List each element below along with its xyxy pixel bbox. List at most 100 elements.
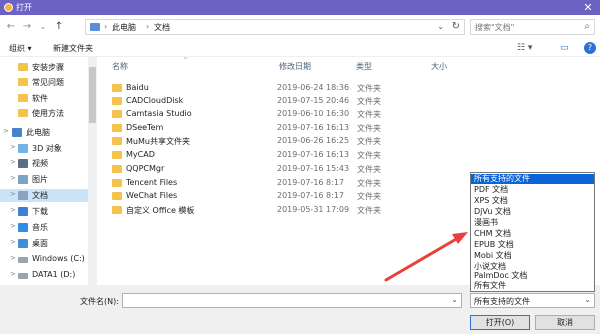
help-icon[interactable]: ? bbox=[584, 42, 596, 54]
filetype-option[interactable]: 所有支持的文件 bbox=[471, 174, 594, 184]
sidebar-item-software[interactable]: 软件 bbox=[0, 92, 97, 105]
sidebar-item-downloads[interactable]: > 下载 bbox=[0, 205, 97, 218]
sidebar-item-documents[interactable]: > 文档 bbox=[0, 189, 97, 202]
file-type: 文件夹 bbox=[357, 151, 381, 160]
filetype-option[interactable]: 所有文件 bbox=[471, 281, 594, 291]
close-icon[interactable]: ✕ bbox=[576, 0, 600, 15]
cancel-button[interactable]: 取消 bbox=[535, 315, 595, 330]
sidebar-item-music[interactable]: > 音乐 bbox=[0, 221, 97, 234]
title-bar: 打开 ✕ bbox=[0, 0, 600, 15]
expand-chevron-icon[interactable]: > bbox=[10, 270, 16, 278]
file-type: 文件夹 bbox=[357, 124, 381, 133]
file-type: 文件夹 bbox=[357, 179, 381, 188]
expand-chevron-icon[interactable]: > bbox=[3, 127, 9, 135]
column-header-name[interactable]: 名称 bbox=[112, 61, 128, 72]
file-row[interactable]: QQPCMgr 2019-07-16 15:43 文件夹 bbox=[110, 163, 450, 176]
file-row[interactable]: DSeeTem 2019-07-16 16:13 文件夹 bbox=[110, 122, 450, 135]
recent-locations-icon[interactable]: ⌄ bbox=[38, 21, 48, 33]
column-header-type[interactable]: 类型 bbox=[356, 61, 372, 72]
sidebar-item-3d-objects[interactable]: > 3D 对象 bbox=[0, 142, 97, 155]
desktop-icon bbox=[18, 239, 28, 248]
file-row[interactable]: MyCAD 2019-07-16 16:13 文件夹 bbox=[110, 149, 450, 162]
sidebar-item-faq[interactable]: 常见问题 bbox=[0, 76, 97, 89]
sidebar-item-label: 音乐 bbox=[32, 223, 48, 232]
file-name: DSeeTem bbox=[126, 123, 164, 132]
navigation-pane: 安装步骤 常见问题 软件 使用方法 > 此电脑 > 3D 对象 > 视频 > 图… bbox=[0, 57, 97, 285]
sidebar-item-pictures[interactable]: > 图片 bbox=[0, 173, 97, 186]
filetype-option[interactable]: XPS 文档 bbox=[471, 196, 594, 206]
sidebar-item-label: 文档 bbox=[32, 191, 48, 200]
computer-icon bbox=[90, 23, 100, 31]
open-button[interactable]: 打开(O) bbox=[470, 315, 530, 330]
filetype-value: 所有支持的文件 bbox=[474, 297, 530, 306]
file-type: 文件夹 bbox=[357, 192, 381, 201]
file-row[interactable]: 自定义 Office 模板 2019-05-31 17:09 文件夹 bbox=[110, 204, 450, 217]
sidebar-item-drive-c[interactable]: > Windows (C:) bbox=[0, 253, 97, 266]
folder-icon bbox=[112, 137, 122, 145]
app-icon bbox=[4, 3, 13, 12]
filetype-option[interactable]: PDF 文档 bbox=[471, 185, 594, 195]
expand-chevron-icon[interactable]: > bbox=[10, 206, 16, 214]
sidebar-item-drive-d[interactable]: > DATA1 (D:) bbox=[0, 269, 97, 282]
breadcrumb-documents[interactable]: 文档 bbox=[154, 22, 170, 33]
column-header-date[interactable]: 修改日期 bbox=[279, 61, 311, 72]
file-row[interactable]: CADCloudDisk 2019-07-15 20:46 文件夹 bbox=[110, 95, 450, 108]
filetype-select[interactable]: 所有支持的文件 ⌄ bbox=[470, 293, 595, 308]
search-box[interactable]: ⌕ bbox=[470, 19, 595, 35]
file-row[interactable]: Camtasia Studio 2019-06-10 16:30 文件夹 bbox=[110, 108, 450, 121]
expand-chevron-icon[interactable]: > bbox=[10, 158, 16, 166]
expand-chevron-icon[interactable]: > bbox=[10, 143, 16, 151]
sidebar-item-this-pc[interactable]: > 此电脑 bbox=[0, 126, 97, 139]
expand-chevron-icon[interactable]: > bbox=[10, 254, 16, 262]
refresh-icon[interactable]: ↻ bbox=[452, 21, 460, 32]
sidebar-item-label: DATA1 (D:) bbox=[32, 270, 76, 279]
folder-icon bbox=[18, 78, 28, 86]
preview-pane-icon[interactable]: ▭ bbox=[560, 43, 569, 53]
file-row[interactable]: MuMu共享文件夹 2019-06-26 16:25 文件夹 bbox=[110, 135, 450, 148]
filetype-option[interactable]: 漫画书 bbox=[471, 218, 594, 228]
sidebar-item-usage[interactable]: 使用方法 bbox=[0, 107, 97, 120]
folder-icon bbox=[112, 165, 122, 173]
search-icon[interactable]: ⌕ bbox=[584, 21, 590, 32]
chevron-down-icon[interactable]: ⌄ bbox=[584, 295, 591, 304]
filetype-option[interactable]: Mobi 文档 bbox=[471, 251, 594, 261]
new-folder-button[interactable]: 新建文件夹 bbox=[53, 43, 93, 54]
file-name: WeChat Files bbox=[126, 191, 178, 200]
expand-chevron-icon[interactable]: > bbox=[10, 222, 16, 230]
filetype-option[interactable]: PalmDoc 文档 bbox=[471, 271, 594, 281]
expand-chevron-icon[interactable]: > bbox=[10, 190, 16, 198]
sidebar-scrollbar[interactable] bbox=[88, 57, 97, 285]
breadcrumb-this-pc[interactable]: 此电脑 bbox=[112, 22, 136, 33]
column-header-size[interactable]: 大小 bbox=[431, 61, 447, 72]
filetype-option[interactable]: CHM 文档 bbox=[471, 229, 594, 239]
chevron-down-icon[interactable]: ⌄ bbox=[451, 295, 458, 304]
file-row[interactable]: WeChat Files 2019-07-16 8:17 文件夹 bbox=[110, 190, 450, 203]
folder-icon bbox=[112, 124, 122, 132]
up-arrow-icon[interactable]: ↑ bbox=[54, 21, 64, 33]
file-date: 2019-07-16 15:43 bbox=[277, 164, 350, 173]
sidebar-item-label: 桌面 bbox=[32, 239, 48, 248]
file-type: 文件夹 bbox=[357, 84, 381, 93]
file-row[interactable]: Tencent Files 2019-07-16 8:17 文件夹 bbox=[110, 177, 450, 190]
view-options-icon[interactable]: ☷ ▾ bbox=[517, 43, 532, 53]
filename-field[interactable]: ⌄ bbox=[122, 293, 462, 308]
file-name: CADCloudDisk bbox=[126, 96, 184, 105]
organize-button[interactable]: 组织 ▾ bbox=[9, 43, 32, 54]
expand-chevron-icon[interactable]: > bbox=[10, 238, 16, 246]
dialog-footer: 文件名(N): ⌄ 所有支持的文件 ⌄ 打开(O) 取消 bbox=[0, 285, 600, 334]
expand-chevron-icon[interactable]: > bbox=[10, 174, 16, 182]
back-arrow-icon[interactable]: ← bbox=[6, 21, 16, 33]
sidebar-item-videos[interactable]: > 视频 bbox=[0, 157, 97, 170]
chevron-down-icon[interactable]: ⌄ bbox=[437, 22, 444, 31]
filetype-option[interactable]: DjVu 文档 bbox=[471, 207, 594, 217]
forward-arrow-icon[interactable]: → bbox=[22, 21, 32, 33]
sidebar-item-install-steps[interactable]: 安装步骤 bbox=[0, 61, 97, 74]
sidebar-item-desktop[interactable]: > 桌面 bbox=[0, 237, 97, 250]
scrollbar-thumb[interactable] bbox=[89, 67, 96, 123]
search-input[interactable] bbox=[475, 22, 575, 33]
sidebar-item-label: 3D 对象 bbox=[32, 144, 62, 153]
folder-icon bbox=[18, 63, 28, 71]
file-row[interactable]: Baidu 2019-06-24 18:36 文件夹 bbox=[110, 82, 450, 95]
address-bar[interactable]: › 此电脑 › 文档 ⌄ ↻ bbox=[85, 19, 465, 35]
filetype-option[interactable]: EPUB 文档 bbox=[471, 240, 594, 250]
